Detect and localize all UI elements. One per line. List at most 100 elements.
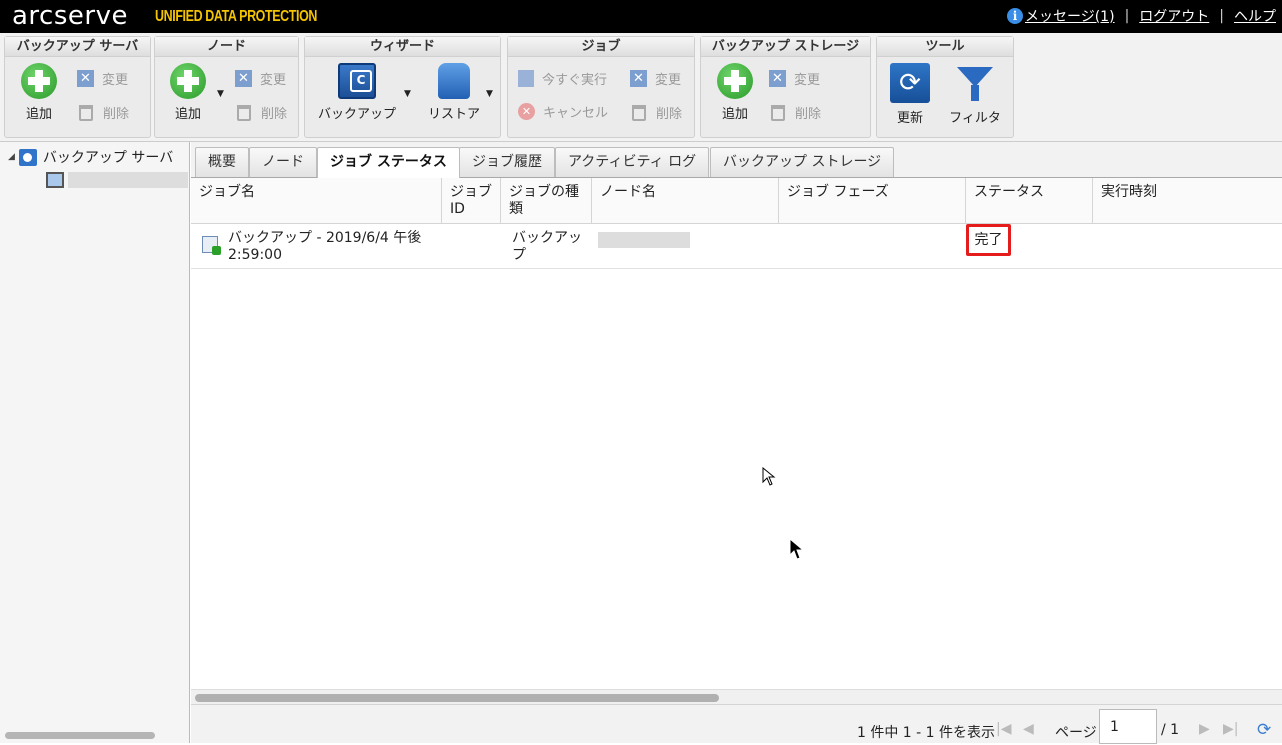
filter-icon — [955, 63, 995, 103]
chevron-down-icon[interactable]: ▼ — [486, 89, 493, 99]
table-row[interactable]: バックアップ - 2019/6/4 午後 2:59:00 バックアップ 完了 — [191, 224, 1282, 269]
trash-icon — [771, 104, 785, 121]
wizard-restore-button[interactable]: リストア — [419, 63, 489, 122]
group-title: ノード — [155, 37, 298, 57]
computer-icon — [46, 172, 64, 188]
left-panel-scrollbar[interactable] — [5, 732, 155, 739]
chevron-down-icon[interactable]: ▼ — [217, 89, 224, 99]
filter-button[interactable]: フィルタ — [947, 63, 1003, 126]
page-total: / 1 — [1161, 722, 1180, 738]
column-status[interactable]: ステータス — [966, 178, 1093, 224]
mouse-pointer-icon — [789, 538, 805, 560]
grid-pager: 1 件中 1 - 1 件を表示 |◀ ◀ ページ 1 / 1 ▶ ▶| ⟳ — [191, 704, 1282, 744]
add-icon — [21, 63, 57, 99]
edit-icon: ✕ — [235, 70, 252, 87]
job-run-now-button[interactable]: 今すぐ実行 — [518, 69, 607, 88]
header-separator: | — [1219, 8, 1224, 24]
logout-link[interactable]: ログアウト — [1139, 6, 1209, 26]
backup-server-icon — [18, 148, 37, 166]
edit-icon: ✕ — [77, 70, 94, 87]
group-wizard: ウィザード バックアップ ▼ リストア ▼ — [304, 36, 501, 138]
scrollbar-thumb[interactable] — [195, 694, 719, 702]
backup-wizard-icon — [338, 63, 376, 99]
pager-refresh-icon[interactable]: ⟳ — [1257, 720, 1271, 740]
cell-job-type: バックアップ — [512, 230, 582, 263]
tab-backup-storage[interactable]: バックアップ ストレージ — [710, 147, 895, 177]
trash-icon — [237, 104, 251, 121]
chevron-down-icon[interactable]: ▼ — [404, 89, 411, 99]
trash-icon — [79, 104, 93, 121]
column-job-phase[interactable]: ジョブ フェーズ — [779, 178, 966, 224]
group-title: バックアップ ストレージ — [701, 37, 870, 57]
trash-icon — [632, 104, 646, 121]
cancel-icon: ✕ — [518, 103, 535, 120]
server-tree-panel: ◢ バックアップ サーバ — [0, 142, 190, 743]
storage-delete-button[interactable]: 削除 — [769, 103, 821, 122]
restore-wizard-icon — [438, 63, 470, 99]
page-label: ページ — [1055, 725, 1097, 741]
backup-server-edit-button[interactable]: ✕ 変更 — [77, 69, 128, 88]
group-title: ツール — [877, 37, 1013, 57]
tab-activity-log[interactable]: アクティビティ ログ — [555, 147, 710, 177]
job-cancel-button[interactable]: ✕ キャンセル — [518, 102, 608, 121]
tree-item-server[interactable] — [46, 172, 188, 188]
run-now-icon — [518, 70, 534, 87]
header-separator: | — [1124, 8, 1130, 24]
storage-edit-button[interactable]: ✕ 変更 — [769, 69, 820, 88]
backup-server-delete-button[interactable]: 削除 — [77, 103, 129, 122]
pager-info: 1 件中 1 - 1 件を表示 — [857, 725, 996, 741]
job-delete-button[interactable]: 削除 — [630, 103, 682, 122]
job-edit-button[interactable]: ✕ 変更 — [630, 69, 681, 88]
group-job: ジョブ 今すぐ実行 ✕ 変更 ✕ キャンセル 削除 — [507, 36, 695, 138]
job-grid-header: ジョブ名 ジョブ ID ジョブの種類 ノード名 ジョブ フェーズ ステータス 実… — [191, 178, 1282, 224]
job-grid-body: バックアップ - 2019/6/4 午後 2:59:00 バックアップ 完了 — [191, 224, 1282, 689]
header-links: i メッセージ(1) | ログアウト | ヘルプ — [1007, 6, 1276, 26]
redacted-server-name — [68, 172, 188, 188]
node-edit-button[interactable]: ✕ 変更 — [235, 69, 286, 88]
column-node-name[interactable]: ノード名 — [592, 178, 779, 224]
tab-overview[interactable]: 概要 — [195, 147, 249, 177]
page-number-input[interactable]: 1 — [1099, 709, 1157, 744]
node-delete-button[interactable]: 削除 — [235, 103, 287, 122]
app-header: arcserve UNIFIED DATA PROTECTION i メッセージ… — [0, 0, 1282, 33]
arcserve-logo: arcserve — [12, 1, 128, 31]
first-page-icon[interactable]: |◀ — [996, 721, 1011, 737]
storage-add-button[interactable]: 追加 — [715, 63, 755, 122]
redacted-node-name — [598, 232, 690, 248]
edit-icon: ✕ — [630, 70, 647, 87]
node-add-button[interactable]: 追加 — [168, 63, 208, 122]
cell-status: 完了 — [966, 224, 1011, 256]
group-backup-server: バックアップ サーバ 追加 ✕ 変更 削除 — [4, 36, 151, 138]
logo-subtitle: UNIFIED DATA PROTECTION — [155, 8, 318, 25]
ribbon-toolbar: バックアップ サーバ 追加 ✕ 変更 削除 ノード 追加 ▼ ✕ 変更 削除 ウ… — [0, 33, 1282, 142]
wizard-backup-button[interactable]: バックアップ — [313, 63, 401, 122]
column-run-time[interactable]: 実行時刻 — [1093, 178, 1282, 224]
main-tabs: 概要 ノード ジョブ ステータス ジョブ履歴 アクティビティ ログ バックアップ… — [191, 142, 1282, 178]
grid-horizontal-scrollbar[interactable] — [191, 689, 1282, 704]
tab-job-status[interactable]: ジョブ ステータス — [317, 147, 460, 178]
column-job-id[interactable]: ジョブ ID — [442, 178, 501, 224]
column-job-name[interactable]: ジョブ名 — [191, 178, 442, 224]
refresh-button[interactable]: ⟳ 更新 — [889, 63, 931, 126]
group-title: ウィザード — [305, 37, 500, 57]
tree-expand-icon[interactable]: ◢ — [8, 152, 15, 162]
refresh-icon: ⟳ — [890, 63, 930, 103]
column-job-type[interactable]: ジョブの種類 — [501, 178, 592, 224]
backup-server-add-button[interactable]: 追加 — [19, 63, 59, 122]
cell-job-name: バックアップ - 2019/6/4 午後 2:59:00 — [228, 230, 422, 263]
help-link[interactable]: ヘルプ — [1234, 6, 1276, 26]
add-icon — [170, 63, 206, 99]
next-page-icon[interactable]: ▶ — [1199, 721, 1210, 737]
group-title: ジョブ — [508, 37, 694, 57]
backup-job-icon — [202, 236, 221, 255]
tree-root-backup-server[interactable]: ◢ バックアップ サーバ — [8, 147, 173, 167]
group-node: ノード 追加 ▼ ✕ 変更 削除 — [154, 36, 299, 138]
group-backup-storage: バックアップ ストレージ 追加 ✕ 変更 削除 — [700, 36, 871, 138]
last-page-icon[interactable]: ▶| — [1223, 721, 1238, 737]
info-icon: i — [1007, 8, 1023, 24]
mouse-cursor-icon — [762, 467, 776, 486]
tab-nodes[interactable]: ノード — [249, 147, 317, 177]
prev-page-icon[interactable]: ◀ — [1023, 721, 1034, 737]
tab-job-history[interactable]: ジョブ履歴 — [459, 147, 555, 177]
messages-link[interactable]: メッセージ(1) — [1025, 6, 1115, 26]
